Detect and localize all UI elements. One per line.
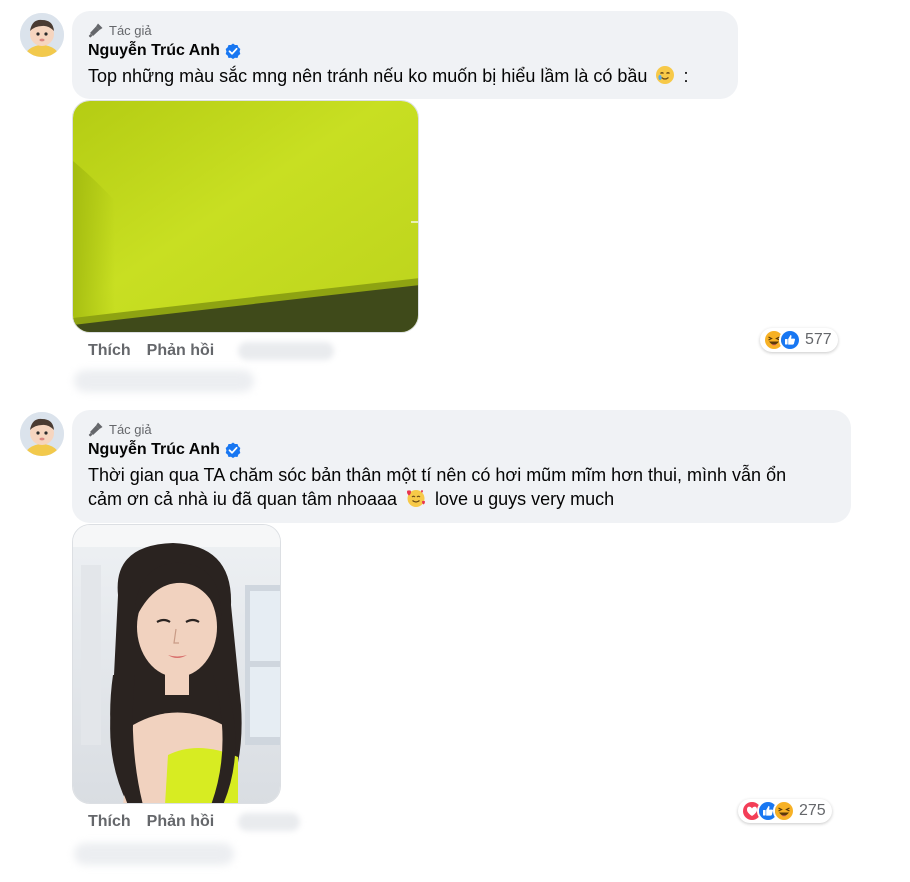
author-badge: Tác giả xyxy=(88,420,835,438)
crying-smile-emoji xyxy=(656,66,675,84)
microphone-icon xyxy=(88,422,103,437)
author-avatar[interactable] xyxy=(20,412,64,456)
microphone-icon xyxy=(88,23,103,38)
comment-text-main: Top những màu sắc mng nên tránh nếu ko m… xyxy=(88,66,648,86)
comment-text-line-1: Thời gian qua TA chăm sóc bản thân một t… xyxy=(88,465,787,485)
comment-text-before-emoji: cảm ơn cả nhà iu đã quan tâm nhoaaa xyxy=(88,489,398,509)
timestamp xyxy=(238,813,301,831)
comment-bubble: Tác giả Nguyễn Trúc Anh Top những màu sắ… xyxy=(72,11,738,99)
verified-badge-icon xyxy=(225,43,241,59)
view-replies-link[interactable] xyxy=(74,370,254,392)
view-replies-link[interactable] xyxy=(74,843,234,865)
comment-text: Top những màu sắc mng nên tránh nếu ko m… xyxy=(88,64,722,88)
badge-label: Tác giả xyxy=(109,22,152,38)
comment-text-after-emoji: love u guys very much xyxy=(435,489,615,509)
reaction-count: 577 xyxy=(805,331,832,348)
like-button[interactable]: Thích xyxy=(88,342,131,360)
reply-button[interactable]: Phản hồi xyxy=(147,813,215,831)
comment-text-tail: : xyxy=(683,66,689,86)
author-name[interactable]: Nguyễn Trúc Anh xyxy=(88,441,220,459)
comment-photo[interactable] xyxy=(72,524,281,804)
author-badge: Tác giả xyxy=(88,21,722,39)
comment-text: Thời gian qua TA chăm sóc bản thân một t… xyxy=(88,463,835,511)
comment-bubble: Tác giả Nguyễn Trúc Anh Thời gian qua TA… xyxy=(72,410,851,523)
verified-badge-icon xyxy=(225,442,241,458)
author-name[interactable]: Nguyễn Trúc Anh xyxy=(88,42,220,60)
like-icon xyxy=(779,329,801,351)
green-fabric-image xyxy=(73,101,418,332)
badge-label: Tác giả xyxy=(109,421,152,437)
reply-button[interactable]: Phản hồi xyxy=(147,342,215,360)
reaction-summary[interactable]: 275 xyxy=(738,799,832,823)
timestamp xyxy=(238,342,335,360)
comment-photo[interactable] xyxy=(72,100,419,333)
reaction-summary[interactable]: 577 xyxy=(760,328,838,352)
author-avatar[interactable] xyxy=(20,13,64,57)
comment-actions: Thích Phản hồi xyxy=(88,342,335,360)
comment-text-line-2: cảm ơn cả nhà iu đã quan tâm nhoaaa love… xyxy=(88,487,835,511)
haha-icon xyxy=(773,800,795,822)
selfie-photo-image xyxy=(73,525,280,803)
smiling-face-with-hearts-emoji xyxy=(407,490,426,507)
like-button[interactable]: Thích xyxy=(88,813,131,831)
reaction-count: 275 xyxy=(799,802,826,819)
comment-actions: Thích Phản hồi xyxy=(88,813,301,831)
